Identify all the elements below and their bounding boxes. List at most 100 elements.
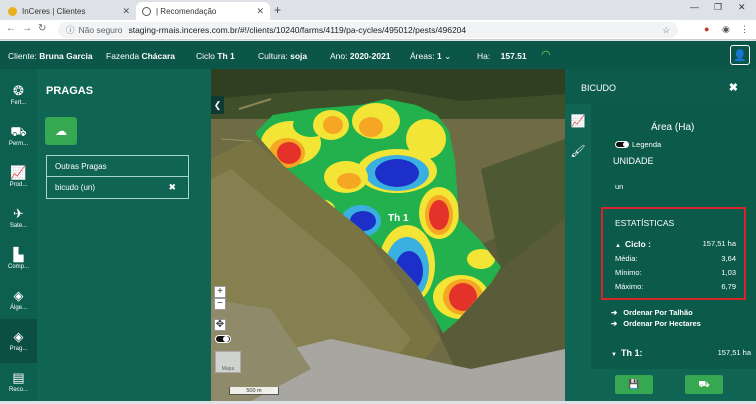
pest-list: Outras Pragas bicudo (un) ✖ xyxy=(46,155,189,199)
export-button[interactable]: ⛟ xyxy=(685,375,723,394)
details-panel-header: BICUDO ✖ xyxy=(565,69,756,104)
area-title: Área (Ha) xyxy=(651,122,695,133)
tab-recomendacao[interactable]: | Recomendação ✕ xyxy=(136,2,270,20)
list-item-bicudo[interactable]: bicudo (un) ✖ xyxy=(47,177,188,198)
maximize-icon[interactable]: ❐ xyxy=(714,2,722,13)
menu-kebab-icon[interactable]: ⋮ xyxy=(740,24,749,35)
fullscreen-icon[interactable]: ✥ xyxy=(214,319,226,331)
sidebar-item-produtividade[interactable]: 📈 Prod... xyxy=(0,155,37,199)
details-tabs: 📈 🖌 xyxy=(565,104,591,401)
scale-label: 500 m xyxy=(246,388,262,394)
stats-row-ciclo[interactable]: ▲ Ciclo : 157,51 ha xyxy=(615,239,736,249)
fertilizer-icon: ❂ xyxy=(13,83,24,98)
window-close-icon[interactable]: ✕ xyxy=(738,2,746,13)
arrow-right-icon: ➔ xyxy=(611,319,618,328)
cliente-value[interactable]: Bruna Garcia xyxy=(39,51,92,61)
th-value: 157,51 ha xyxy=(717,348,751,357)
legend-toggle[interactable]: Legenda xyxy=(615,140,661,149)
sidebar-item-pragas[interactable]: ◈ Prag... xyxy=(0,319,37,363)
close-panel-button[interactable]: ✖ xyxy=(729,81,738,94)
profile-avatar[interactable]: ◉ xyxy=(722,24,730,35)
url-input[interactable]: ⓘ Não seguro staging-rmais.inceres.com.b… xyxy=(58,22,678,38)
stats-row-minimo: Mínimo: 1,03 xyxy=(615,268,736,277)
zoom-in-button[interactable]: + xyxy=(214,286,226,298)
save-icon: 💾 xyxy=(628,379,640,389)
map-view[interactable]: Th 1 + − ✥ Mapa 500 m xyxy=(211,69,565,401)
maximo-label: Máximo: xyxy=(615,282,644,291)
collapse-panel-button[interactable]: ❮ xyxy=(211,96,224,114)
save-button[interactable]: 💾 xyxy=(615,375,653,394)
sidebar-item-label: Perm... xyxy=(8,141,29,147)
factory-icon: ▙ xyxy=(13,247,24,262)
order-by-hectares-button[interactable]: ➔ Ordenar Por Hectares xyxy=(611,319,701,328)
new-tab-icon[interactable]: + xyxy=(274,3,281,17)
chevron-down-icon: ⌄ xyxy=(444,51,452,61)
order-talhao-label: Ordenar Por Talhão xyxy=(623,308,693,317)
ha-label: Ha: xyxy=(477,51,491,61)
paint-roller-icon: 🖌 xyxy=(570,144,586,158)
sidebar-item-label: Sate... xyxy=(9,223,28,229)
security-label: Não seguro xyxy=(78,25,123,35)
tractor-icon: ⛟ xyxy=(698,378,710,389)
sidebar-item-permanente[interactable]: ⛟ Perm... xyxy=(0,114,37,158)
minimize-icon[interactable]: — xyxy=(690,2,699,12)
tab-clientes[interactable]: InCeres | Clientes ✕ xyxy=(2,2,136,20)
zoom-out-button[interactable]: − xyxy=(214,298,226,310)
ano-value[interactable]: 2020-2021 xyxy=(350,51,391,61)
sidebar-item-label: Fert... xyxy=(10,100,27,106)
sidebar-item-compactacao[interactable]: ▙ Comp... xyxy=(0,237,37,281)
cultura-value: soja xyxy=(290,51,308,61)
areas-dropdown[interactable]: Áreas: 1 ⌄ xyxy=(410,51,451,62)
reload-icon[interactable]: ↻ xyxy=(38,23,46,34)
fazenda-value[interactable]: Chácara xyxy=(141,51,175,61)
user-account-button[interactable]: 👤 xyxy=(730,45,750,65)
sidebar-item-label: Prod... xyxy=(9,182,28,188)
scale-bar: 500 m xyxy=(229,387,279,395)
layers-icon: ◈ xyxy=(13,329,24,344)
legend-label: Legenda xyxy=(632,140,662,149)
talhao-row[interactable]: ▼ Th 1: 157,51 ha xyxy=(611,348,751,358)
basemap-switcher[interactable]: Mapa xyxy=(215,351,241,373)
areas-label: Áreas: xyxy=(410,51,435,61)
field-label: Th 1 xyxy=(388,213,409,224)
caret-down-icon: ▼ xyxy=(611,352,617,358)
upload-button[interactable]: ☁ xyxy=(45,117,77,145)
close-icon[interactable]: ✕ xyxy=(256,6,264,17)
sidebar-item-fertilidade[interactable]: ❂ Fert... xyxy=(0,73,37,117)
star-icon[interactable]: ☆ xyxy=(662,25,670,36)
th-label: Th 1: xyxy=(620,348,643,358)
tractor-icon: ⛟ xyxy=(10,124,27,139)
order-by-talhao-button[interactable]: ➔ Ordenar Por Talhão xyxy=(611,308,693,317)
statistics-box: ESTATÍSTICAS ▲ Ciclo : 157,51 ha Média: 3… xyxy=(601,207,746,300)
chart-line-icon: 📈 xyxy=(10,165,27,180)
close-icon[interactable]: ✕ xyxy=(122,6,130,17)
media-value: 3,64 xyxy=(721,254,736,263)
order-hectares-label: Ordenar Por Hectares xyxy=(623,319,701,328)
tab-paint[interactable]: 🖌 xyxy=(565,136,591,166)
chevron-left-icon: ❮ xyxy=(213,99,222,110)
module-sidebar: ❂ Fert... ⛟ Perm... 📈 Prod... ✈ Sate... … xyxy=(0,69,37,401)
sidebar-item-recomendacao[interactable]: ▤ Reco... xyxy=(0,360,37,404)
details-footer: 💾 ⛟ xyxy=(591,369,756,401)
pragas-panel: PRAGAS ☁ Outras Pragas bicudo (un) ✖ xyxy=(37,69,211,401)
extension-icon[interactable]: ● xyxy=(704,24,709,34)
layers-icon: ◈ xyxy=(13,288,24,303)
sidebar-item-satelite[interactable]: ✈ Sate... xyxy=(0,196,37,240)
unidade-label: UNIDADE xyxy=(613,156,654,166)
ciclo-value[interactable]: Th 1 xyxy=(217,51,234,61)
layer-toggle[interactable] xyxy=(215,335,231,343)
wifi-icon: ◠ xyxy=(541,49,551,61)
info-icon[interactable]: ⓘ xyxy=(66,24,75,36)
back-icon[interactable]: ← xyxy=(6,23,16,34)
ha-value: 157.51 xyxy=(500,51,527,61)
legend-switch[interactable] xyxy=(615,141,629,148)
user-icon: 👤 xyxy=(733,49,747,62)
forward-icon[interactable]: → xyxy=(22,23,32,34)
globe-favicon-icon xyxy=(142,6,151,16)
list-item-outras-pragas[interactable]: Outras Pragas xyxy=(47,156,188,177)
remove-icon[interactable]: ✖ xyxy=(168,182,176,193)
sidebar-item-algebra[interactable]: ◈ Álge... xyxy=(0,278,37,322)
satellite-map xyxy=(211,69,565,401)
tab-chart[interactable]: 📈 xyxy=(565,106,591,136)
ciclo-label: Ciclo : xyxy=(624,239,651,249)
